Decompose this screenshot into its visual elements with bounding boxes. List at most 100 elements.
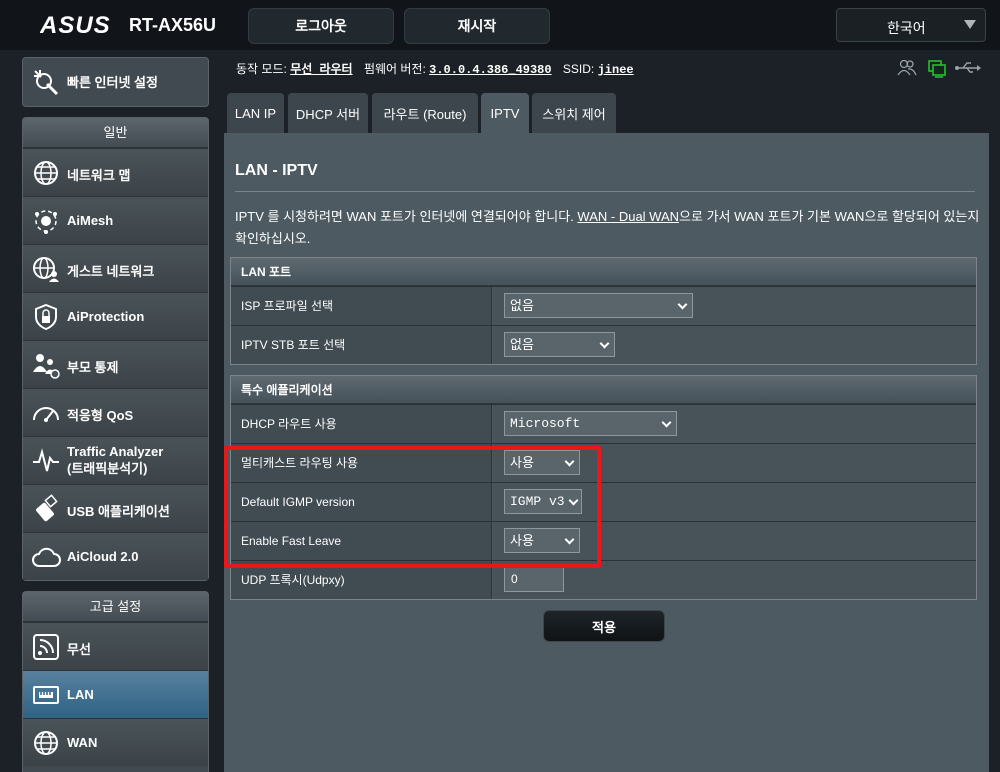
fast-leave-select[interactable]: 사용 xyxy=(504,528,580,553)
iptv-stb-port-cell: 없음 xyxy=(493,326,976,364)
sidebar-advanced: 고급 설정 무선 LAN WAN xyxy=(22,591,209,772)
isp-profile-select[interactable]: 없음 xyxy=(504,293,693,318)
sidebar-item-network-map[interactable]: 네트워크 맵 xyxy=(23,148,208,196)
table-row: Enable Fast Leave 사용 xyxy=(231,521,976,560)
reboot-button[interactable]: 재시작 xyxy=(404,8,550,44)
sidebar-item-aiprotection[interactable]: AiProtection xyxy=(23,292,208,340)
status-line: 동작 모드: 무선 라우터 펌웨어 버전: 3.0.0.4.386_49380 … xyxy=(236,60,634,77)
iptv-stb-port-select[interactable]: 없음 xyxy=(504,332,615,357)
language-value: 한국어 xyxy=(887,20,926,36)
quick-setup-icon xyxy=(34,70,59,96)
chevron-down-icon xyxy=(568,495,579,506)
chevron-down-icon xyxy=(564,456,575,467)
lan-icon xyxy=(33,686,59,704)
udpxy-label: UDP 프록시(Udpxy) xyxy=(231,561,492,599)
table-row: Default IGMP version IGMP v3 xyxy=(231,482,976,521)
wan-icon xyxy=(34,731,58,755)
sidebar-item-label: LAN xyxy=(67,687,94,702)
wireless-icon xyxy=(33,634,59,660)
sidebar-item-label: AiMesh xyxy=(67,213,114,228)
quick-setup-label: 빠른 인터넷 설정 xyxy=(67,75,158,90)
ssid-label: SSID: xyxy=(562,62,595,76)
network-status-icon[interactable] xyxy=(928,60,946,78)
usb-status-icon[interactable] xyxy=(955,62,981,73)
sidebar-item-usb-application[interactable]: USB 애플리케이션 xyxy=(23,484,208,532)
sidebar-item-label: 적응형 QoS xyxy=(67,408,134,423)
dhcp-route-value: Microsoft xyxy=(510,416,581,431)
tab-iptv[interactable]: IPTV xyxy=(481,93,529,133)
special-applications-header: 특수 애플리케이션 xyxy=(231,376,976,404)
main-panel: LAN - IPTV IPTV 를 시청하려면 WAN 포트가 인터넷에 연결되… xyxy=(224,133,989,772)
title-divider xyxy=(235,191,975,192)
usb-icon xyxy=(36,494,58,522)
fast-leave-value: 사용 xyxy=(510,533,534,548)
table-row: IPTV STB 포트 선택 없음 xyxy=(231,325,976,364)
network-map-icon xyxy=(34,161,58,185)
aicloud-icon xyxy=(32,547,61,567)
igmp-version-select[interactable]: IGMP v3 xyxy=(504,489,582,514)
isp-profile-label: ISP 프로파일 선택 xyxy=(231,287,492,325)
sidebar-item-label: 부모 통제 xyxy=(67,360,119,375)
quick-internet-setup[interactable]: 빠른 인터넷 설정 xyxy=(22,57,209,107)
router-model: RT-AX56U xyxy=(129,15,217,35)
tab-route[interactable]: 라우트 (Route) xyxy=(372,93,478,133)
sidebar-item-label: USB 애플리케이션 xyxy=(67,504,170,519)
ssid-link[interactable]: jinee xyxy=(598,63,634,77)
sidebar-item-aimesh[interactable]: AiMesh xyxy=(23,196,208,244)
sidebar-general-title: 일반 xyxy=(23,118,208,148)
sidebar-item-guest-network[interactable]: 게스트 네트워크 xyxy=(23,244,208,292)
sidebar-item-label: Traffic Analyzer (트래픽분석기) xyxy=(67,443,163,477)
isp-profile-value: 없음 xyxy=(510,298,534,313)
fast-leave-label: Enable Fast Leave xyxy=(231,522,492,560)
table-row: DHCP 라우트 사용 Microsoft xyxy=(231,404,976,443)
qos-icon xyxy=(33,407,59,422)
tab-lan-ip[interactable]: LAN IP xyxy=(227,93,284,133)
sidebar-general: 일반 네트워크 맵 AiMesh 게스트 네트워크 AiProtection 부… xyxy=(22,117,209,581)
tab-switch-control[interactable]: 스위치 제어 xyxy=(532,93,616,133)
traffic-analyzer-line2: (트래픽분석기) xyxy=(67,461,148,476)
wan-dual-wan-link[interactable]: WAN - Dual WAN xyxy=(577,209,679,224)
firmware-version-link[interactable]: 3.0.0.4.386_49380 xyxy=(429,63,551,77)
chevron-down-icon xyxy=(564,534,575,545)
firmware-label: 펌웨어 버전: xyxy=(363,62,426,76)
udpxy-port-input[interactable]: 0 xyxy=(504,567,564,592)
sidebar-item-traffic-analyzer[interactable]: Traffic Analyzer (트래픽분석기) xyxy=(23,436,208,484)
language-select[interactable]: 한국어 xyxy=(836,8,986,42)
sidebar-item-adaptive-qos[interactable]: 적응형 QoS xyxy=(23,388,208,436)
aiprotection-icon xyxy=(35,303,57,331)
igmp-version-value: IGMP v3 xyxy=(510,494,565,509)
sidebar-item-label: 게스트 네트워크 xyxy=(67,264,155,279)
udpxy-cell: 0 xyxy=(493,561,976,599)
operation-mode-link[interactable]: 무선 라우터 xyxy=(290,63,352,77)
parental-control-icon xyxy=(33,354,60,379)
table-row: 멀티캐스트 라우팅 사용 사용 xyxy=(231,443,976,482)
sidebar-item-lan[interactable]: LAN xyxy=(23,670,208,718)
chevron-down-icon xyxy=(677,299,688,310)
clients-icon[interactable] xyxy=(897,59,917,76)
iptv-stb-port-label: IPTV STB 포트 선택 xyxy=(231,326,492,364)
tab-dhcp-server[interactable]: DHCP 서버 xyxy=(288,93,368,133)
sidebar-item-label: 네트워크 맵 xyxy=(67,168,131,183)
logout-button[interactable]: 로그아웃 xyxy=(248,8,394,44)
special-applications-table: 특수 애플리케이션 DHCP 라우트 사용 Microsoft 멀티캐스트 라우… xyxy=(230,375,977,600)
dhcp-route-select[interactable]: Microsoft xyxy=(504,411,677,436)
page-description: IPTV 를 시청하려면 WAN 포트가 인터넷에 연결되어야 합니다. WAN… xyxy=(235,206,981,250)
aimesh-icon xyxy=(35,210,57,234)
igmp-version-cell: IGMP v3 xyxy=(493,483,976,521)
svg-text:ASUS: ASUS xyxy=(40,12,111,38)
multicast-routing-value: 사용 xyxy=(510,455,534,470)
dhcp-route-cell: Microsoft xyxy=(493,405,976,443)
lan-port-table: LAN 포트 ISP 프로파일 선택 없음 IPTV STB 포트 선택 없음 xyxy=(230,257,977,365)
isp-profile-cell: 없음 xyxy=(493,287,976,325)
page-title: LAN - IPTV xyxy=(235,162,318,179)
sidebar-item-parental-control[interactable]: 부모 통제 xyxy=(23,340,208,388)
sidebar-item-wan[interactable]: WAN xyxy=(23,718,208,766)
chevron-down-icon xyxy=(599,338,610,349)
igmp-version-label: Default IGMP version xyxy=(231,483,492,521)
operation-mode-label: 동작 모드: xyxy=(236,62,287,76)
apply-button[interactable]: 적용 xyxy=(543,610,665,642)
sidebar-item-wireless[interactable]: 무선 xyxy=(23,622,208,670)
multicast-routing-select[interactable]: 사용 xyxy=(504,450,580,475)
sidebar-item-label: WAN xyxy=(67,735,98,750)
sidebar-item-aicloud[interactable]: AiCloud 2.0 xyxy=(23,532,208,580)
